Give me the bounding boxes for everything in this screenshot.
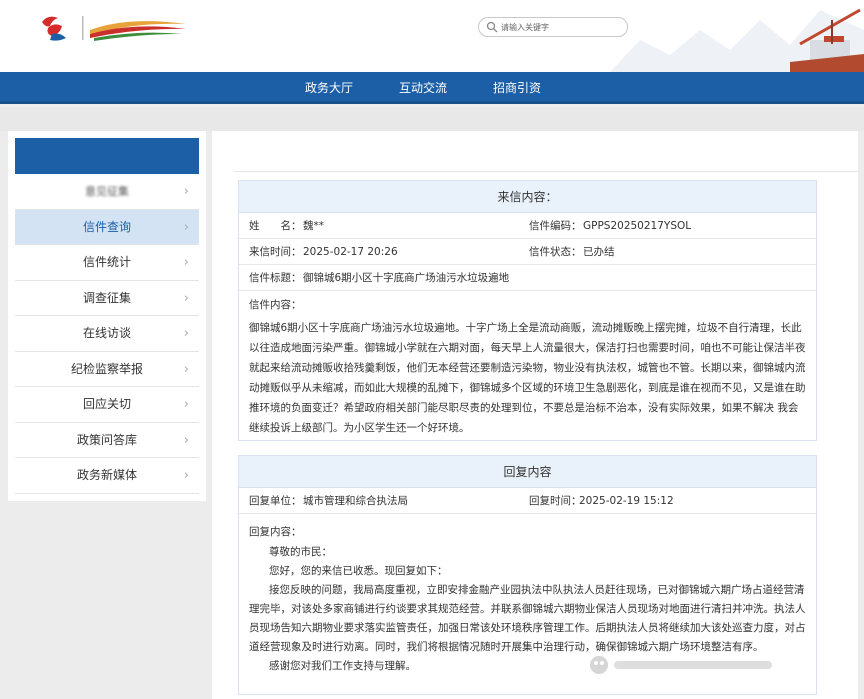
sidebar-item-label: 意见征集 bbox=[85, 185, 129, 198]
sidebar-header bbox=[15, 138, 199, 174]
sidebar-item-letter-query[interactable]: 信件查询 › bbox=[15, 209, 199, 245]
reply-row-unit-time: 回复单位： 城市管理和综合执法局 回复时间： 2025-02-19 15:12 bbox=[239, 488, 816, 514]
gap-band bbox=[0, 107, 864, 131]
search-input[interactable] bbox=[501, 19, 623, 35]
reply-content-label: 回复内容： bbox=[249, 526, 302, 538]
chevron-right-icon: › bbox=[183, 255, 189, 270]
nav-item-government-hall[interactable]: 政务大厅 bbox=[305, 79, 353, 96]
code-label: 信件编码： bbox=[529, 220, 582, 232]
chevron-right-icon: › bbox=[183, 432, 189, 448]
nav-item-interaction[interactable]: 互动交流 bbox=[399, 79, 447, 96]
sidebar-item-label: 在线访谈 bbox=[82, 326, 131, 340]
subject-label: 信件标题： bbox=[249, 272, 302, 284]
sidebar-item-survey[interactable]: 调查征集 › bbox=[15, 280, 199, 316]
letter-content-text: 御锦城6期小区十字底商广场油污水垃圾遍地。十字广场上全是流动商贩，流动摊贩晚上摆… bbox=[249, 322, 806, 434]
reply-time-value: 2025-02-19 15:12 bbox=[579, 495, 674, 507]
name-value: 魏** bbox=[303, 220, 324, 232]
reply-panel-title: 回复内容 bbox=[239, 456, 816, 488]
sidebar-list: 意见征集 › 信件查询 › 信件统计 › 调查征集 › 在线访谈 › 纪检监察举… bbox=[15, 174, 199, 494]
subject-value: 御锦城6期小区十字底商广场油污水垃圾遍地 bbox=[303, 272, 510, 284]
reply-greeting: 尊敬的市民： bbox=[269, 546, 332, 558]
chevron-right-icon: › bbox=[183, 397, 189, 412]
letter-content-label: 信件内容： bbox=[249, 299, 302, 311]
letter-row-time-status: 来信时间： 2025-02-17 20:26 信件状态： 已办结 bbox=[239, 239, 816, 265]
status-label: 信件状态： bbox=[529, 246, 582, 258]
sidebar-item-label: 回应关切 bbox=[82, 397, 131, 411]
sidebar-item-letter-stats[interactable]: 信件统计 › bbox=[15, 245, 199, 281]
main-nav: 政务大厅 互动交流 招商引资 bbox=[0, 72, 864, 104]
code-value: GPPS20250217YSOL bbox=[583, 220, 692, 232]
letter-panel: 来信内容： 姓 名： 魏** 信件编码： GPPS20250217YSOL 来信… bbox=[238, 180, 817, 441]
reply-body-text: 接您反映的问题，我局高度重视，立即安排金融产业园执法中队执法人员赶往现场，已对御… bbox=[249, 584, 806, 653]
sidebar-item-policy-qa[interactable]: 政策问答库 › bbox=[15, 422, 199, 458]
reply-time-label: 回复时间： bbox=[529, 495, 582, 507]
letter-row-name-code: 姓 名： 魏** 信件编码： GPPS20250217YSOL bbox=[239, 213, 816, 239]
reply-line-1: 您好，您的来信已收悉。现回复如下： bbox=[269, 565, 448, 577]
name-label: 姓 名： bbox=[249, 220, 302, 232]
chevron-right-icon: › bbox=[183, 184, 189, 199]
sidebar-item-label: 纪检监察举报 bbox=[70, 361, 143, 376]
sidebar-item-label: 信件查询 bbox=[82, 219, 131, 234]
site-logo[interactable] bbox=[38, 12, 188, 44]
chevron-right-icon: › bbox=[183, 290, 189, 306]
reply-unit-value: 城市管理和综合执法局 bbox=[303, 495, 408, 507]
divider bbox=[234, 171, 858, 172]
sidebar-item-label: 信件统计 bbox=[82, 255, 131, 269]
chevron-right-icon: › bbox=[183, 468, 189, 483]
search-icon[interactable] bbox=[486, 21, 498, 33]
watermark-logo bbox=[590, 656, 772, 674]
sidebar-item-label: 政策问答库 bbox=[76, 432, 137, 447]
chevron-right-icon: › bbox=[183, 219, 189, 235]
reply-unit-label: 回复单位： bbox=[249, 495, 302, 507]
sidebar: 意见征集 › 信件查询 › 信件统计 › 调查征集 › 在线访谈 › 纪检监察举… bbox=[8, 131, 206, 501]
nav-item-investment[interactable]: 招商引资 bbox=[493, 79, 541, 96]
sidebar-item-new-media[interactable]: 政务新媒体 › bbox=[15, 458, 199, 494]
letter-row-subject: 信件标题： 御锦城6期小区十字底商广场油污水垃圾遍地 bbox=[239, 265, 816, 291]
sidebar-item-online-interview[interactable]: 在线访谈 › bbox=[15, 316, 199, 352]
sidebar-item-label: 调查征集 bbox=[82, 290, 131, 305]
sidebar-item-label: 政务新媒体 bbox=[76, 468, 137, 482]
letter-panel-title: 来信内容： bbox=[239, 181, 816, 213]
sidebar-item-discipline-report[interactable]: 纪检监察举报 › bbox=[15, 351, 199, 387]
letter-time-label: 来信时间： bbox=[249, 246, 302, 258]
header-decoration bbox=[610, 8, 864, 72]
chevron-right-icon: › bbox=[183, 326, 189, 341]
chevron-right-icon: › bbox=[183, 361, 189, 377]
letter-time-value: 2025-02-17 20:26 bbox=[303, 246, 398, 258]
sidebar-item-concern-response[interactable]: 回应关切 › bbox=[15, 387, 199, 423]
status-value: 已办结 bbox=[583, 246, 615, 258]
site-header bbox=[0, 0, 864, 72]
sidebar-item-opinion[interactable]: 意见征集 › bbox=[15, 174, 199, 210]
search-box[interactable] bbox=[478, 17, 628, 37]
